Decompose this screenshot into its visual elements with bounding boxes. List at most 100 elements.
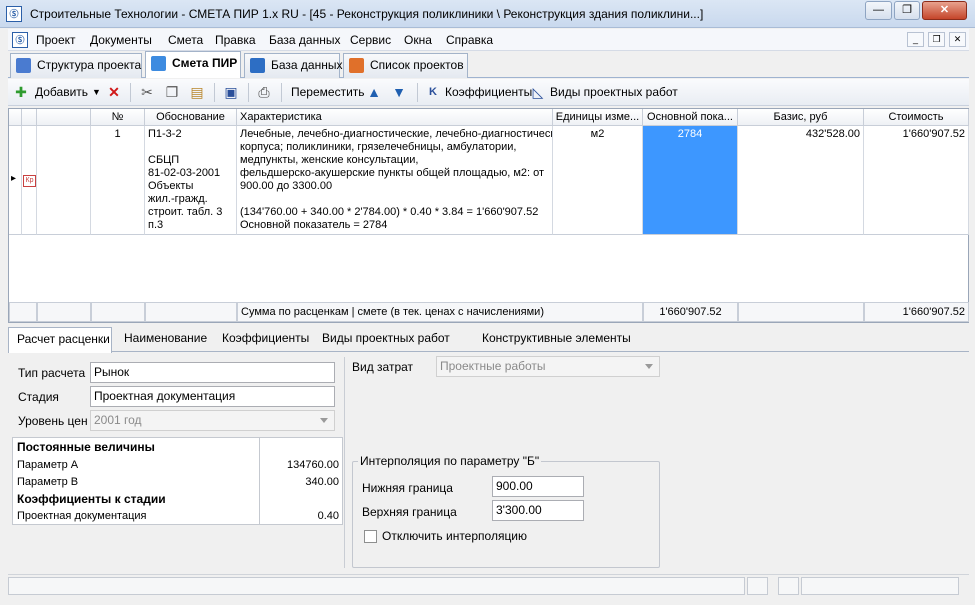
basis-line: П1-3-2: [148, 128, 182, 140]
menu-bar: Ⓢ Проект Документы Смета Правка База дан…: [8, 29, 969, 51]
move-down-icon[interactable]: ▼: [391, 84, 407, 100]
tab-price-calc[interactable]: Расчет расценки: [8, 327, 112, 353]
price-level-value: 2001 год: [94, 413, 142, 427]
copy-icon[interactable]: ❐: [164, 84, 180, 100]
row-main-indicator-cell[interactable]: 2784: [643, 126, 738, 235]
menu-edit[interactable]: Правка: [215, 33, 256, 47]
grid-header-type: [22, 109, 37, 126]
param-a-label: Параметр А: [17, 459, 79, 471]
param-b-value[interactable]: 340.00: [261, 474, 342, 491]
footer-cell: [91, 302, 145, 322]
toolbar-separator: [130, 83, 131, 102]
mdi-minimize-button[interactable]: _: [907, 32, 924, 47]
tab-label: Смета ПИР: [172, 56, 238, 70]
work-types-icon[interactable]: ◺: [530, 84, 546, 100]
grid-header-characteristic[interactable]: Характеристика: [237, 109, 553, 126]
grid-header-indicator: [9, 109, 22, 126]
add-button[interactable]: Добавить: [35, 82, 88, 103]
move-button: Переместить: [291, 85, 365, 99]
const-header: Постоянные величины: [17, 440, 155, 454]
row-basis-cell[interactable]: П1-3-2 СБЦП 81-02-03-2001 Объекты жил.-г…: [145, 126, 237, 235]
chevron-down-icon: [645, 364, 653, 369]
menu-project[interactable]: Проект: [36, 33, 76, 47]
calc-type-field[interactable]: Рынок: [90, 362, 335, 383]
delete-icon[interactable]: ✕: [106, 84, 122, 100]
grid-header-num[interactable]: №: [91, 109, 145, 126]
tab-label: База данных: [271, 58, 343, 72]
basis-line: строит. табл. 3: [148, 206, 223, 218]
save-icon[interactable]: ▣: [223, 84, 239, 100]
row-unit-cell[interactable]: м2: [553, 126, 643, 235]
grid-header-basis-rub[interactable]: Базис, руб: [738, 109, 864, 126]
work-types-button[interactable]: Виды проектных работ: [550, 82, 678, 103]
characteristic-line: корпуса; поликлиники, грязелечебницы, ам…: [240, 141, 517, 153]
toolbar-separator: [248, 83, 249, 102]
grid-header-basis[interactable]: Обоснование: [145, 109, 237, 126]
disable-interpolation-label[interactable]: Отключить интерполяцию: [382, 529, 527, 543]
menu-database[interactable]: База данных: [269, 33, 340, 47]
row-type-cell[interactable]: Кр: [22, 126, 37, 235]
stage-field[interactable]: Проектная документация: [90, 386, 335, 407]
toolbar-separator: [417, 83, 418, 102]
lower-bound-label: Нижняя граница: [362, 481, 453, 495]
tab-work-types[interactable]: Виды проектных работ: [314, 327, 458, 352]
close-button[interactable]: ✕: [922, 1, 967, 20]
restore-button[interactable]: ❐: [894, 1, 920, 20]
basis-line: п.3: [148, 219, 164, 231]
grid-header-unit[interactable]: Единицы изме...: [553, 109, 643, 126]
disable-interpolation-checkbox[interactable]: [364, 530, 377, 543]
tree-icon: [16, 58, 31, 73]
footer-cell: [145, 302, 237, 322]
minimize-button[interactable]: —: [865, 1, 892, 20]
tab-project-list[interactable]: Список проектов: [343, 53, 468, 78]
upper-bound-label: Верхняя граница: [362, 505, 457, 519]
tab-estimate-pir[interactable]: Смета ПИР: [145, 51, 241, 78]
tab-name[interactable]: Наименование: [116, 327, 215, 352]
row-cost-cell[interactable]: 1'660'907.52: [864, 126, 969, 235]
toolbar-separator: [214, 83, 215, 102]
cost-type-label: Вид затрат: [352, 360, 414, 374]
grid-header-cost[interactable]: Стоимость: [864, 109, 969, 126]
params-divider: [259, 438, 260, 524]
tab-label: Структура проекта: [37, 58, 142, 72]
menu-windows[interactable]: Окна: [404, 33, 432, 47]
lower-bound-field[interactable]: 900.00: [492, 476, 584, 497]
tab-structural-elements[interactable]: Конструктивные элементы: [474, 327, 639, 352]
row-type-badge: Кр: [23, 175, 36, 187]
row-basis-rub-cell[interactable]: 432'528.00: [738, 126, 864, 235]
menu-estimate[interactable]: Смета: [168, 33, 203, 47]
basis-line: 81-02-03-2001: [148, 167, 221, 179]
status-cell: [801, 577, 959, 595]
mdi-restore-button[interactable]: ❐: [928, 32, 945, 47]
cost-type-select[interactable]: Проектные работы: [436, 356, 660, 377]
stage-doc-value[interactable]: 0.40: [261, 508, 342, 525]
print-icon[interactable]: ⎙: [256, 84, 272, 100]
grid-icon: [151, 56, 166, 71]
tab-project-structure[interactable]: Структура проекта: [10, 53, 142, 78]
table-row[interactable]: ▸: [9, 126, 22, 235]
add-icon[interactable]: ✚: [13, 84, 29, 100]
param-a-value[interactable]: 134760.00: [261, 457, 342, 474]
menu-documents[interactable]: Документы: [90, 33, 152, 47]
menu-help[interactable]: Справка: [446, 33, 493, 47]
add-dropdown-icon[interactable]: ▼: [92, 82, 101, 103]
document-icon[interactable]: Ⓢ: [12, 32, 28, 48]
grid-header-main-indicator[interactable]: Основной пока...: [643, 109, 738, 126]
upper-bound-field[interactable]: 3'300.00: [492, 500, 584, 521]
row-blank-cell[interactable]: [37, 126, 91, 235]
tab-coefficients[interactable]: Коэффициенты: [214, 327, 317, 352]
row-characteristic-cell[interactable]: Лечебные, лечебно-диагностические, лечеб…: [237, 126, 553, 235]
basis-line: [148, 141, 233, 154]
menu-service[interactable]: Сервис: [350, 33, 391, 47]
paste-icon[interactable]: ▤: [189, 84, 205, 100]
move-up-icon[interactable]: ▲: [366, 84, 382, 100]
coefficients-button[interactable]: Коэффициенты: [445, 82, 532, 103]
coefficients-icon[interactable]: K: [425, 84, 441, 100]
row-num-cell[interactable]: 1: [91, 126, 145, 235]
param-b-label: Параметр В: [17, 476, 79, 488]
mdi-close-button[interactable]: ✕: [949, 32, 966, 47]
cut-icon[interactable]: ✂: [139, 84, 155, 100]
calc-type-label: Тип расчета: [18, 366, 86, 380]
tab-database[interactable]: База данных: [244, 53, 343, 78]
price-level-select[interactable]: 2001 год: [90, 410, 335, 431]
